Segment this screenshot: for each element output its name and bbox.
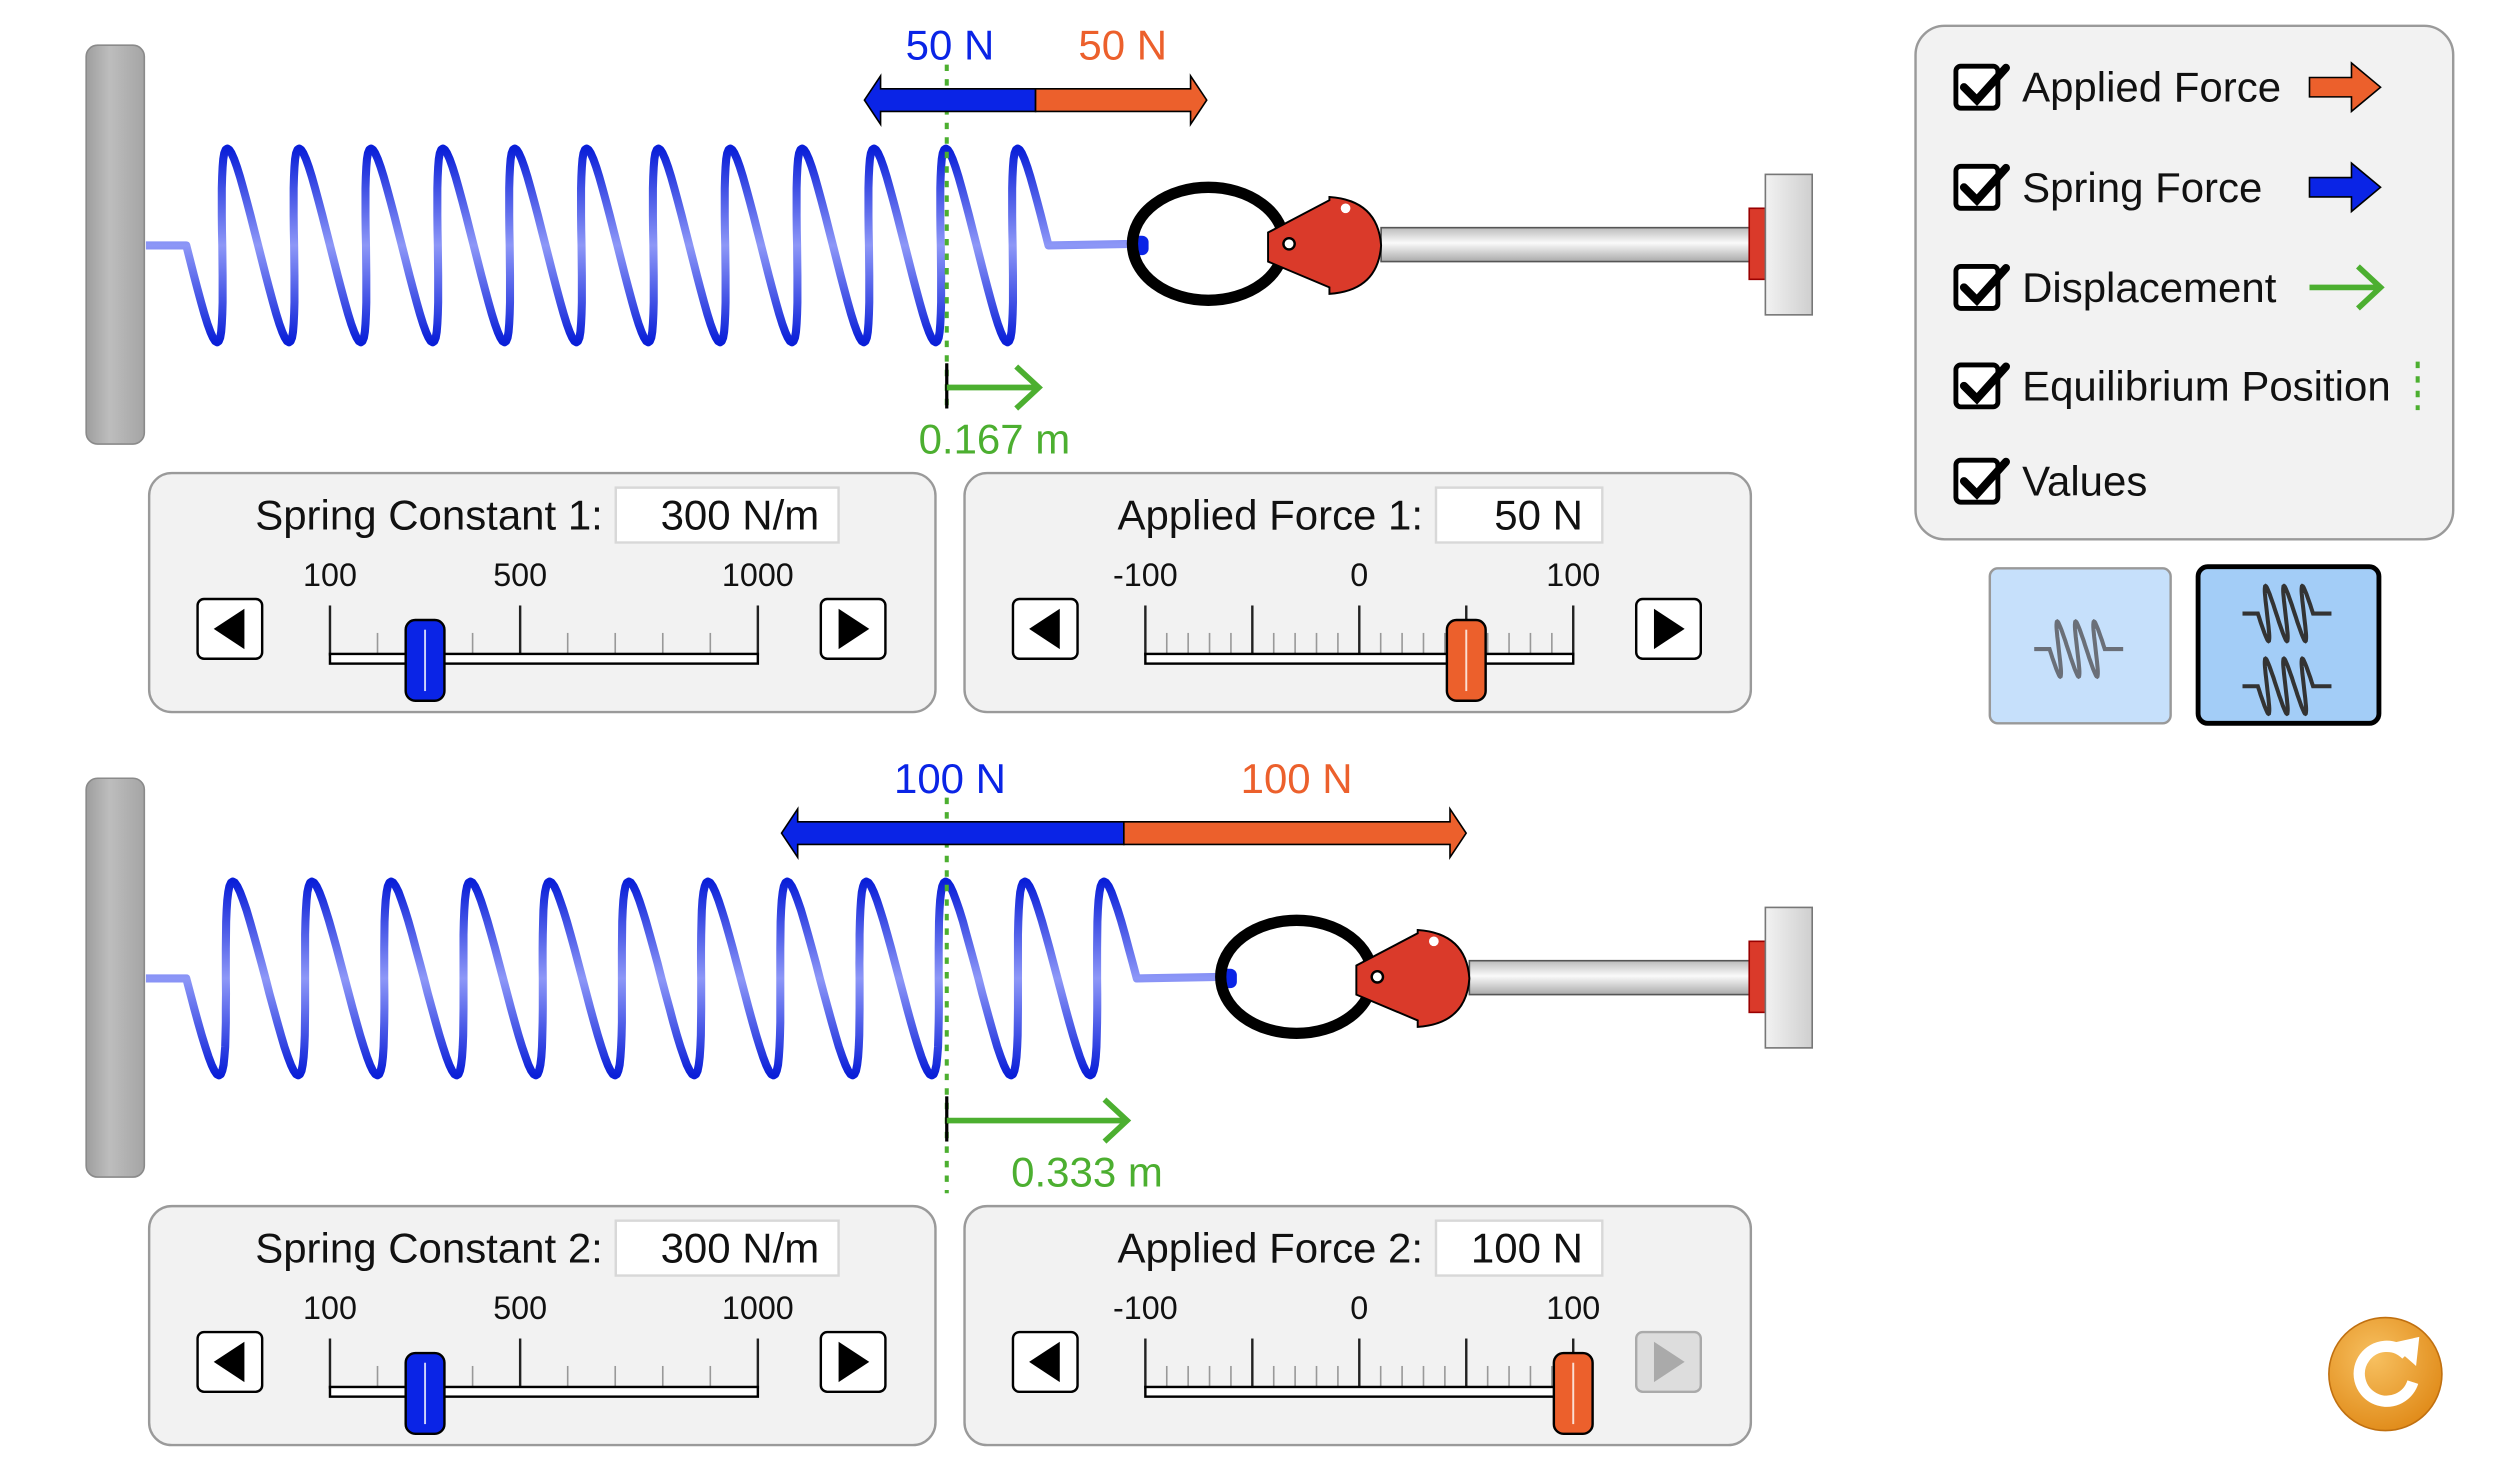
- spring-constant-decrement-button[interactable]: [196, 597, 264, 660]
- tick-label: 500: [493, 557, 547, 593]
- displacement-value: 0.167 m: [919, 416, 1071, 463]
- spring-constant-control: Spring Constant 1: 300 N/m 100 500 1000: [147, 471, 937, 714]
- spring-coil: [145, 877, 1226, 1080]
- handle-pin: [1282, 236, 1296, 251]
- pull-rod: [1380, 226, 1754, 263]
- tick-label: 100: [1546, 557, 1600, 593]
- rod-end-cap: [1748, 207, 1767, 281]
- tick-label: 100: [303, 1290, 357, 1326]
- tick-label: -100: [1113, 1290, 1178, 1326]
- right-plate: [1764, 906, 1814, 1049]
- tick-label: 1000: [722, 557, 794, 593]
- applied-force-label: Applied Force 2:: [1117, 1225, 1423, 1272]
- tick-label: 0: [1350, 1290, 1368, 1326]
- spring-system-1: 50 N 50 N 0.167 m Spring Constant 1: 300 N/m…: [85, 22, 1814, 714]
- hook-ring: [1126, 181, 1290, 306]
- tick-label: 100: [303, 557, 357, 593]
- slider-track: [328, 652, 760, 665]
- spring-constant-control: Spring Constant 2: 300 N/m 100 500 1000: [147, 1204, 937, 1447]
- spring-constant-increment-button[interactable]: [819, 597, 887, 660]
- displacement-value: 0.333 m: [1011, 1149, 1163, 1196]
- simulation-scene: 50 N 50 N 0.167 m Spring Constant 1: 300 N/m…: [85, 22, 2455, 1447]
- spring-force-arrow: [780, 806, 1125, 861]
- applied-force-value: 50 N: [1078, 22, 1167, 69]
- spring-force-value: 50 N: [906, 22, 995, 69]
- right-plate: [1764, 173, 1814, 316]
- displacement-arrow: [946, 364, 1043, 411]
- applied-force-arrow: [1123, 806, 1468, 861]
- spring-constant-value: 300 N/m: [661, 1225, 820, 1272]
- spring-force-value: 100 N: [894, 755, 1006, 802]
- tick-label: 0: [1350, 557, 1368, 593]
- rod-end-cap: [1748, 940, 1767, 1014]
- applied-force-control: Applied Force 2: 100 N -100 0 100: [963, 1204, 1753, 1447]
- checkbox-values[interactable]: Values: [1953, 458, 2147, 505]
- left-wall: [85, 777, 146, 1178]
- checkbox-label: Displacement: [2022, 264, 2277, 311]
- slider-track: [1144, 652, 1575, 665]
- checkbox-label: Values: [2022, 458, 2147, 505]
- spring-constant-label: Spring Constant 1:: [255, 492, 603, 539]
- pull-rod: [1468, 959, 1754, 996]
- applied-force-increment-button[interactable]: [1634, 597, 1703, 660]
- spring-force-arrow: [863, 73, 1037, 127]
- slider-track: [328, 1385, 760, 1398]
- applied-force-label: Applied Force 1:: [1117, 492, 1423, 539]
- spring-constant-value: 300 N/m: [661, 492, 820, 539]
- tick-label: 500: [493, 1290, 547, 1326]
- one-spring-mode-button[interactable]: [1988, 567, 2172, 725]
- handle-pin: [1370, 969, 1385, 984]
- spring-constant-increment-button[interactable]: [819, 1330, 887, 1394]
- slider-track: [1144, 1385, 1575, 1398]
- reset-button[interactable]: [2328, 1316, 2443, 1432]
- two-springs-mode-button[interactable]: [2195, 564, 2382, 726]
- checkbox-label: Spring Force: [2022, 164, 2262, 211]
- checkbox-label: Equilibrium Position: [2022, 362, 2391, 409]
- spring-constant-label: Spring Constant 2:: [255, 1225, 603, 1272]
- spring-constant-decrement-button[interactable]: [196, 1330, 264, 1394]
- applied-force-control: Applied Force 1: 50 N -100 0 100: [963, 471, 1753, 714]
- displacement-arrow: [946, 1097, 1132, 1144]
- hook-ring: [1215, 914, 1379, 1040]
- applied-force-arrow: [1034, 73, 1208, 127]
- tick-label: 100: [1546, 1290, 1600, 1326]
- applied-force-decrement-button[interactable]: [1011, 1330, 1079, 1394]
- spring-system-2: 100 N 100 N 0.333 m Spring Constant 2: 300 N…: [85, 755, 1814, 1447]
- tick-label: 1000: [722, 1290, 794, 1326]
- handle-highlight: [1429, 936, 1439, 947]
- applied-force-increment-button[interactable]: [1634, 1330, 1703, 1394]
- applied-force-value: 50 N: [1494, 492, 1583, 539]
- left-wall: [85, 44, 146, 445]
- handle-highlight: [1340, 203, 1351, 214]
- tick-label: -100: [1113, 557, 1178, 593]
- applied-force-value: 100 N: [1241, 755, 1353, 802]
- visibility-panel: Applied Force Spring Force Displacement Equ…: [1914, 24, 2455, 541]
- applied-force-value: 100 N: [1471, 1225, 1583, 1272]
- checkbox-label: Applied Force: [2022, 64, 2281, 111]
- spring-coil: [145, 144, 1138, 347]
- applied-force-decrement-button[interactable]: [1011, 597, 1079, 660]
- checkbox-equilibrium-position[interactable]: Equilibrium Position: [1953, 361, 2420, 411]
